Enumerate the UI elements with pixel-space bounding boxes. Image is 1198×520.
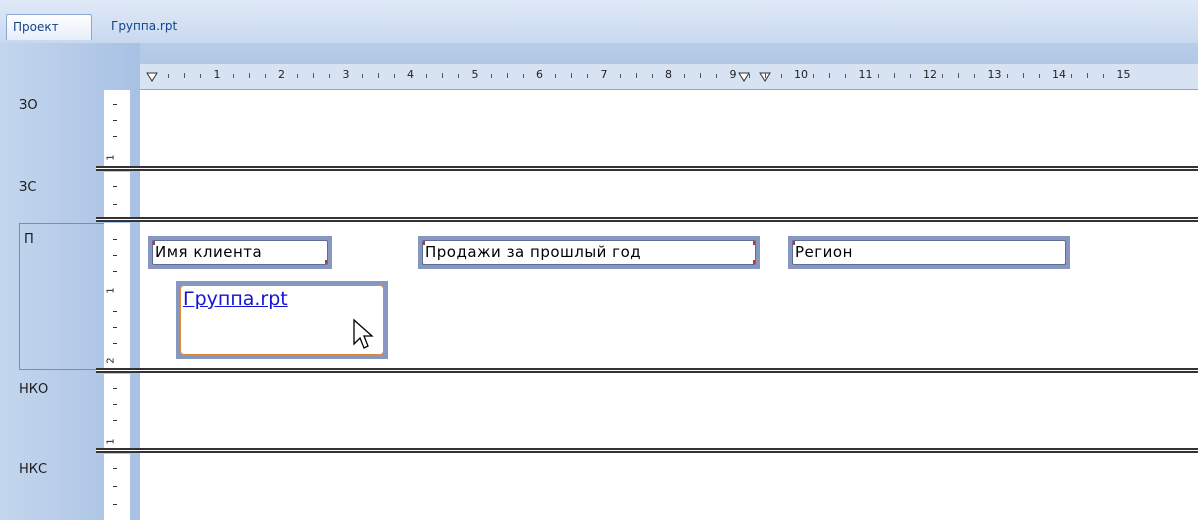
ruler-number: 11 [858, 68, 873, 81]
ruler-tick [909, 74, 911, 78]
ruler-number: 7 [600, 68, 608, 81]
ruler-tick [426, 74, 428, 78]
ruler-tick [684, 74, 686, 78]
field-text: Имя клиента [155, 243, 263, 261]
ruler-tick [845, 74, 847, 78]
vertical-ruler: 1 2 [104, 223, 130, 370]
field-client-name[interactable]: Имя клиента [148, 236, 332, 269]
ruler-tick [1006, 74, 1008, 78]
field-text: Регион [795, 243, 853, 261]
vertical-ruler: 1 [104, 374, 130, 452]
ruler-tick [942, 74, 944, 78]
section-label-report-footer[interactable]: НКО [0, 374, 98, 452]
ruler-tick [1071, 74, 1073, 78]
ruler-tick [297, 74, 299, 78]
ruler-tick [829, 73, 831, 78]
ruler-tick [587, 74, 589, 78]
vertical-ruler: 1 [104, 90, 130, 168]
section-label-report-header[interactable]: ЗО [0, 90, 98, 168]
vertical-ruler [104, 454, 130, 520]
section-divider[interactable] [96, 217, 1198, 222]
ruler-tick [619, 74, 621, 78]
ruler-number: 5 [471, 68, 479, 81]
ruler-tick [168, 74, 170, 78]
vertical-ruler-number: 1 [105, 438, 117, 445]
vertical-ruler-number: 2 [105, 357, 117, 364]
ruler-tick [893, 73, 895, 78]
subreport-link[interactable]: Группа.rpt [183, 288, 288, 310]
ruler-tick [458, 74, 460, 78]
ruler-tick [200, 74, 202, 78]
tab-group-rpt[interactable]: Группа.rpt [105, 14, 183, 40]
ruler-tick [490, 74, 492, 78]
ruler-tick [780, 74, 782, 78]
ruler-tick [716, 74, 718, 78]
ruler-tick [813, 74, 815, 78]
ruler-tick [571, 73, 573, 78]
tab-strip: Проект Группа.rpt [0, 0, 1198, 43]
ruler-number: 3 [342, 68, 350, 81]
ruler-number: 14 [1052, 68, 1066, 81]
ruler-tick [651, 74, 653, 78]
ruler-tick [700, 73, 702, 78]
ruler-tick [877, 74, 879, 78]
horizontal-ruler[interactable]: 1 2 3 4 5 6 7 8 9 10 11 12 13 14 15 [140, 64, 1198, 90]
ruler-tick [248, 73, 250, 78]
ruler-tick [1103, 74, 1105, 78]
field-last-year-sales[interactable]: Продажи за прошлый год [418, 236, 760, 269]
field-text: Продажи за прошлый год [425, 243, 642, 261]
ruler-tick [329, 74, 331, 78]
ruler-number: 10 [794, 68, 808, 81]
ruler-tick [232, 74, 234, 78]
left-margin-marker-icon[interactable] [146, 71, 158, 83]
mouse-pointer-icon [353, 318, 374, 349]
section-name: ЗО [19, 98, 38, 113]
ruler-tick [635, 73, 637, 78]
ruler-tick [1022, 73, 1024, 78]
ruler-number: 2 [278, 68, 285, 81]
section-divider[interactable] [96, 448, 1198, 453]
section-divider[interactable] [96, 368, 1198, 373]
ruler-number: 4 [407, 68, 414, 81]
vertical-ruler-number: 1 [105, 287, 117, 294]
field-region[interactable]: Регион [788, 236, 1070, 269]
ruler-number: 13 [987, 68, 1002, 81]
section-divider[interactable] [96, 166, 1198, 171]
ruler-number: 6 [536, 68, 543, 81]
ruler-tick [1087, 73, 1089, 78]
tab-project[interactable]: Проект [6, 14, 92, 40]
section-name: НКС [19, 462, 48, 477]
ruler-tick [522, 74, 524, 78]
section-name: НКО [19, 382, 49, 397]
vertical-ruler-number: 1 [105, 154, 117, 161]
ruler-tick [442, 73, 444, 78]
ruler-tick [506, 73, 508, 78]
ruler-tick [748, 74, 750, 78]
ruler-tick [764, 73, 766, 78]
ruler-tick [264, 74, 266, 78]
ruler-tick [361, 74, 363, 78]
section-label-details[interactable]: П [19, 223, 117, 370]
ruler-number: 12 [923, 68, 937, 81]
section-label-page-header[interactable]: ЗС [0, 172, 98, 220]
ruler-number: 1 [213, 68, 221, 81]
ruler-tick [1038, 74, 1040, 78]
ruler-tick [313, 73, 315, 78]
vertical-ruler [104, 172, 130, 220]
ruler-tick [958, 73, 960, 78]
section-label-page-footer[interactable]: НКС [0, 454, 98, 520]
ruler-tick [377, 73, 379, 78]
ruler-number: 8 [665, 68, 672, 81]
ruler-tick [555, 74, 557, 78]
ruler-tick [393, 74, 395, 78]
ruler-number: 9 [729, 68, 737, 81]
ruler-tick [184, 73, 186, 78]
section-name: ЗС [19, 180, 37, 195]
ruler-tick [974, 74, 976, 78]
ruler-number: 15 [1116, 68, 1131, 81]
section-name: П [24, 232, 34, 247]
